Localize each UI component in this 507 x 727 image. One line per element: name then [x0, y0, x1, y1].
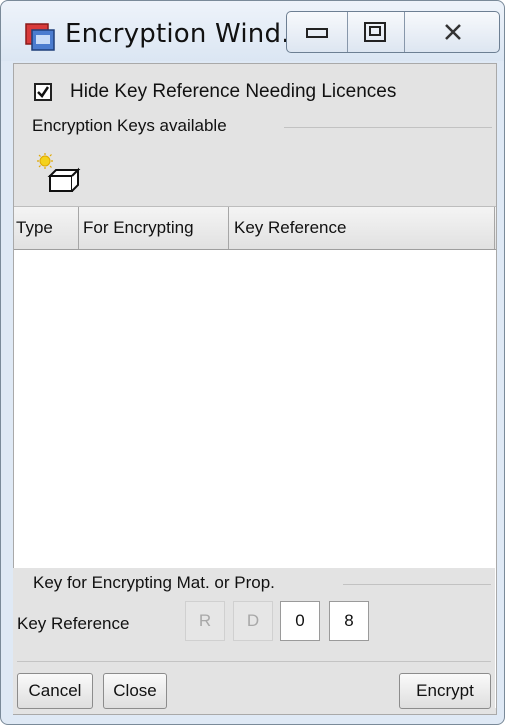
key-field-r-value: R	[198, 611, 212, 630]
column-header-type[interactable]: Type	[14, 207, 79, 249]
encrypt-button-label: Encrypt	[416, 681, 474, 700]
window-controls	[286, 11, 500, 53]
restore-button[interactable]	[348, 12, 405, 52]
close-window-button[interactable]	[405, 12, 499, 52]
encryption-app-icon	[25, 23, 55, 51]
close-button[interactable]: Close	[103, 673, 167, 709]
minimize-button[interactable]	[287, 12, 348, 52]
key-field-d-value: D	[246, 611, 260, 630]
key-for-encrypting-title: Key for Encrypting Mat. or Prop.	[33, 573, 279, 593]
hide-key-reference-checkbox[interactable]	[34, 83, 52, 101]
key-section: Key for Encrypting Mat. or Prop. Key Ref…	[13, 568, 495, 714]
key-field-3-value: 0	[295, 611, 305, 630]
encrypt-button[interactable]: Encrypt	[399, 673, 491, 709]
key-reference-label: Key Reference	[17, 614, 130, 633]
checkmark-icon	[37, 86, 50, 98]
key-field-r: R	[185, 601, 225, 641]
close-button-label: Close	[113, 681, 157, 700]
minimize-icon	[306, 28, 328, 38]
cancel-button-label: Cancel	[28, 681, 82, 700]
hide-key-reference-option[interactable]: Hide Key Reference Needing Licences	[34, 79, 396, 105]
cancel-button[interactable]: Cancel	[17, 673, 93, 709]
restore-icon	[364, 22, 386, 42]
group-separator	[284, 127, 492, 128]
key-field-4[interactable]: 8	[329, 601, 369, 641]
key-group-separator	[343, 584, 491, 585]
close-icon	[445, 24, 461, 40]
key-field-4-value: 8	[344, 611, 354, 630]
key-field-d: D	[233, 601, 273, 641]
title-bar[interactable]: Encryption Wind...	[1, 1, 504, 61]
key-field-3[interactable]: 0	[280, 601, 320, 641]
button-separator	[17, 661, 491, 662]
window-title: Encryption Wind...	[65, 19, 307, 49]
table-header: Type For Encrypting Key Reference	[14, 206, 496, 250]
column-header-key-reference[interactable]: Key Reference	[229, 207, 495, 249]
new-key-icon[interactable]	[36, 152, 82, 194]
encryption-keys-group-title: Encryption Keys available	[32, 116, 231, 136]
hide-key-reference-label: Hide Key Reference Needing Licences	[70, 81, 397, 102]
column-header-for-encrypting[interactable]: For Encrypting	[79, 207, 229, 249]
